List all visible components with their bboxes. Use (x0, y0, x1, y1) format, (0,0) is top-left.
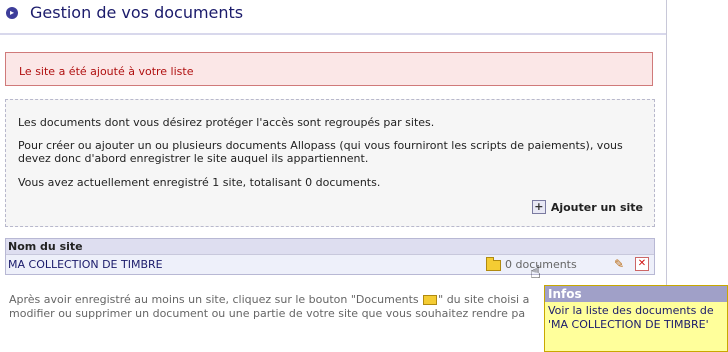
hand-cursor-icon: ☝ (530, 262, 541, 283)
plus-icon: + (531, 200, 546, 214)
folder-icon (486, 257, 501, 271)
success-alert: Le site a été ajouté à votre liste (5, 52, 653, 86)
info-line-1: Les documents dont vous désirez protéger… (18, 116, 435, 129)
add-site-label: Ajouter un site (550, 200, 643, 214)
page-header: ▸ Gestion de vos documents (0, 0, 666, 35)
table-row: MA COLLECTION DE TIMBRE 0 documents ✎ ✕ (6, 255, 654, 274)
table-header: Nom du site (6, 239, 654, 255)
info-line-3: Vous avez actuellement enregistré 1 site… (18, 176, 381, 189)
delete-icon[interactable]: ✕ (635, 257, 649, 271)
footer-help-text: Après avoir enregistré au moins un site,… (9, 293, 539, 321)
footer-line-2: modifier ou supprimer un document ou une… (9, 307, 526, 320)
tooltip-title: Infos (545, 286, 727, 302)
info-line-2: Pour créer ou ajouter un ou plusieurs do… (18, 139, 623, 165)
add-site-button[interactable]: + Ajouter un site (531, 200, 643, 214)
site-name-link[interactable]: MA COLLECTION DE TIMBRE (8, 258, 163, 271)
alert-message: Le site a été ajouté à votre liste (19, 65, 194, 78)
edit-pencil-icon[interactable]: ✎ (614, 257, 624, 271)
page-title: Gestion de vos documents (30, 3, 244, 22)
tooltip-body: Voir la liste des documents de 'MA COLLE… (545, 302, 727, 351)
header-divider (0, 33, 666, 35)
footer-text-after: " du site choisi a (438, 293, 530, 306)
circle-bullet-icon: ▸ (6, 7, 18, 19)
footer-text-before: Après avoir enregistré au moins un site,… (9, 293, 423, 306)
info-box: Les documents dont vous désirez protéger… (5, 99, 655, 227)
info-tooltip: Infos Voir la liste des documents de 'MA… (544, 285, 728, 352)
folder-icon (423, 295, 438, 305)
column-site-name: Nom du site (8, 240, 83, 253)
sites-table: Nom du site MA COLLECTION DE TIMBRE 0 do… (5, 238, 655, 275)
